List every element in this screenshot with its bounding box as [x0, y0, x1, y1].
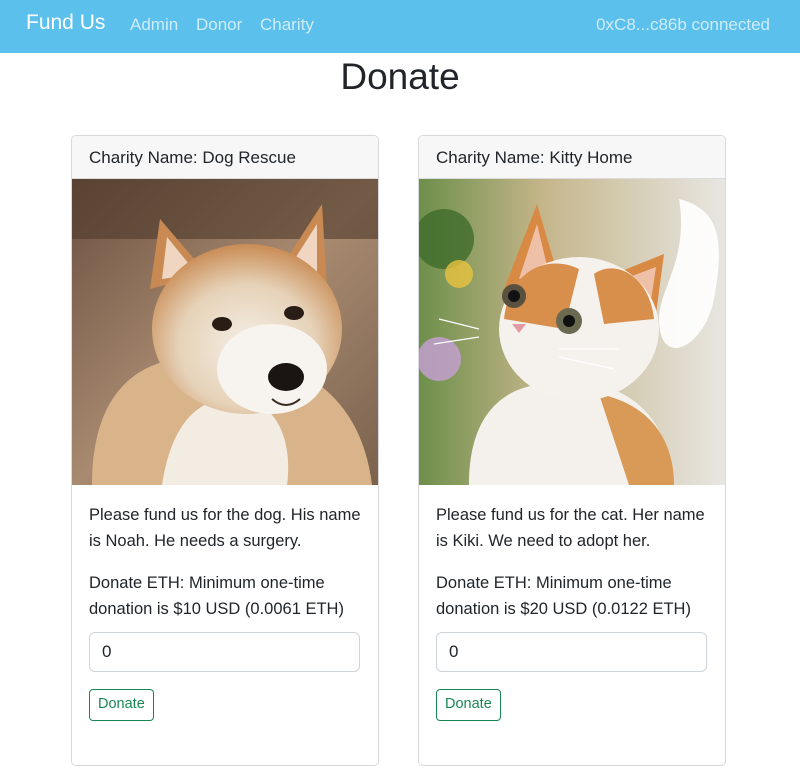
- nav-link-donor[interactable]: Donor: [196, 15, 242, 35]
- page-title: Donate: [340, 56, 460, 97]
- dog-image: [72, 179, 378, 485]
- cat-image: [419, 179, 725, 485]
- nav-link-charity[interactable]: Charity: [260, 15, 314, 35]
- card-body: Please fund us for the dog. His name is …: [72, 485, 378, 721]
- donate-button[interactable]: Donate: [436, 689, 501, 721]
- brand-link[interactable]: Fund Us: [26, 11, 105, 35]
- nav-link-admin[interactable]: Admin: [130, 15, 178, 35]
- donate-amount-label: Donate ETH: Minimum one-time donation is…: [436, 574, 691, 618]
- card-body: Please fund us for the cat. Her name is …: [419, 485, 725, 721]
- top-navbar: Fund Us Admin Donor Charity 0xC8...c86b …: [0, 0, 800, 53]
- donation-amount-input[interactable]: [89, 632, 360, 672]
- charity-card-dog-rescue: Charity Name: Dog Rescue Please fund us …: [71, 135, 379, 766]
- charity-description: Please fund us for the cat. Her name is …: [436, 506, 705, 550]
- charity-description: Please fund us for the dog. His name is …: [89, 506, 361, 550]
- donate-button[interactable]: Donate: [89, 689, 154, 721]
- wallet-account-status: 0xC8...c86b connected: [596, 15, 770, 34]
- card-header: Charity Name: Kitty Home: [419, 136, 725, 179]
- charity-card-kitty-home: Charity Name: Kitty Home Please fund us …: [418, 135, 726, 766]
- donation-amount-input[interactable]: [436, 632, 707, 672]
- card-header: Charity Name: Dog Rescue: [72, 136, 378, 179]
- donate-amount-label: Donate ETH: Minimum one-time donation is…: [89, 574, 344, 618]
